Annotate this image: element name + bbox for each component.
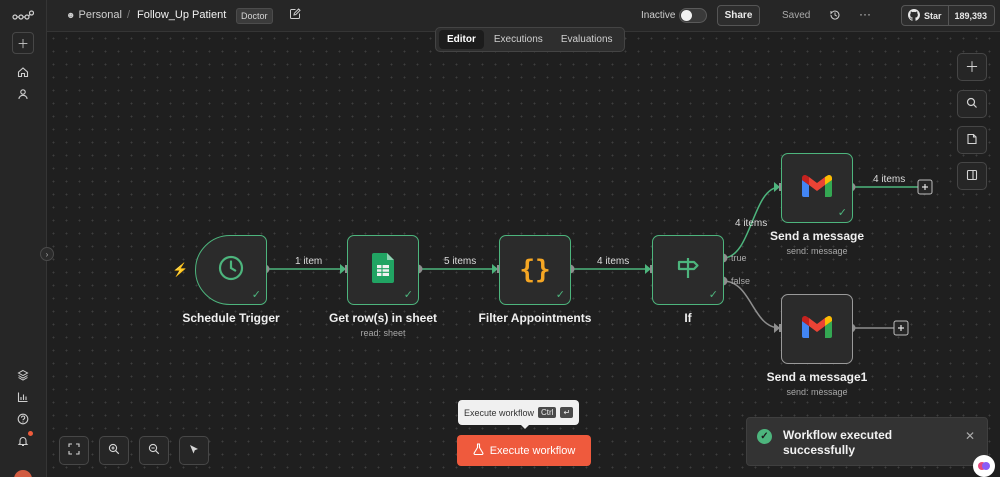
node-schedule-trigger[interactable]: ✓	[195, 235, 267, 305]
node-send-message[interactable]: ✓	[781, 153, 853, 223]
clock-icon	[217, 254, 245, 287]
search-nodes-button[interactable]	[957, 90, 987, 118]
shortcut-key-enter: ↵	[560, 407, 574, 418]
code-braces-icon: {}	[519, 255, 551, 285]
node-subtitle-sheets: read: sheet	[360, 328, 406, 338]
add-node-button[interactable]: ＋	[957, 53, 987, 81]
zoom-in-button[interactable]	[99, 436, 129, 465]
signpost-icon	[674, 254, 702, 287]
gmail-icon	[802, 174, 832, 202]
view-tabs: Editor Executions Evaluations	[435, 27, 625, 52]
success-check-icon: ✓	[555, 289, 565, 301]
success-check-icon: ✓	[403, 289, 413, 301]
node-label-if: If	[684, 311, 692, 325]
tab-editor[interactable]: Editor	[439, 30, 484, 49]
node-label-gmail1: Send a message	[769, 229, 865, 243]
panel-right-icon	[966, 168, 978, 184]
zoom-out-icon	[148, 442, 160, 460]
edge-label-filter-if: 4 items	[597, 256, 630, 267]
zoom-in-icon	[108, 442, 120, 460]
toggle-panel-button[interactable]	[957, 162, 987, 190]
edge-label-sheets-filter: 5 items	[444, 256, 477, 267]
node-label-gmail2: Send a message1	[766, 370, 868, 384]
tooltip-arrow	[520, 424, 530, 429]
google-sheets-icon	[372, 252, 394, 288]
node-get-rows-sheet[interactable]: ✓	[347, 235, 419, 305]
node-label-sheets: Get row(s) in sheet	[328, 311, 438, 325]
execute-tooltip: Execute workflow Ctrl ↵	[458, 400, 580, 425]
edge-label-schedule-sheets: 1 item	[295, 256, 323, 267]
edge-label-gmail1-out: 4 items	[873, 174, 906, 185]
sticky-note-button[interactable]	[957, 126, 987, 154]
node-if[interactable]: ✓	[652, 235, 724, 305]
tab-evaluations[interactable]: Evaluations	[553, 30, 621, 49]
fit-view-icon	[68, 442, 80, 460]
node-label-filter: Filter Appointments	[478, 311, 592, 325]
close-icon[interactable]: ✕	[965, 429, 975, 443]
execute-workflow-button[interactable]: Execute workflow	[457, 435, 591, 466]
toast-message: Workflow executed successfully	[783, 428, 893, 457]
flask-icon	[473, 443, 484, 458]
node-filter-appointments[interactable]: {} ✓	[499, 235, 571, 305]
zoom-out-button[interactable]	[139, 436, 169, 465]
success-check-icon: ✓	[837, 207, 847, 219]
node-subtitle-gmail1: send: message	[786, 246, 848, 256]
node-send-message1[interactable]	[781, 294, 853, 364]
success-check-circle-icon: ✓	[757, 429, 772, 444]
sidebar-collapse-chevron-icon[interactable]: ›	[40, 247, 54, 261]
search-icon	[966, 96, 978, 112]
branch-label-true: true	[731, 253, 747, 263]
node-subtitle-gmail2: send: message	[786, 387, 848, 397]
shortcut-key-ctrl: Ctrl	[538, 407, 557, 418]
success-toast: ✓ Workflow executed successfully ✕	[746, 417, 988, 466]
sticky-note-icon	[966, 132, 978, 148]
edge-label-if-gmail1: 4 items	[735, 218, 768, 229]
gmail-icon	[802, 315, 832, 343]
wand-cursor-icon	[188, 442, 200, 460]
tidy-up-button[interactable]	[179, 436, 209, 465]
add-node-plus-icon	[917, 179, 933, 195]
trigger-bolt-icon: ⚡	[172, 262, 189, 277]
success-check-icon: ✓	[251, 289, 261, 301]
node-label-schedule: Schedule Trigger	[182, 311, 280, 325]
tab-executions[interactable]: Executions	[486, 30, 551, 49]
ai-assistant-brain-icon[interactable]	[973, 455, 995, 477]
fit-view-button[interactable]	[59, 436, 89, 465]
success-check-icon: ✓	[708, 289, 718, 301]
branch-label-false: false	[731, 276, 751, 286]
add-node-plus-icon	[893, 320, 909, 336]
